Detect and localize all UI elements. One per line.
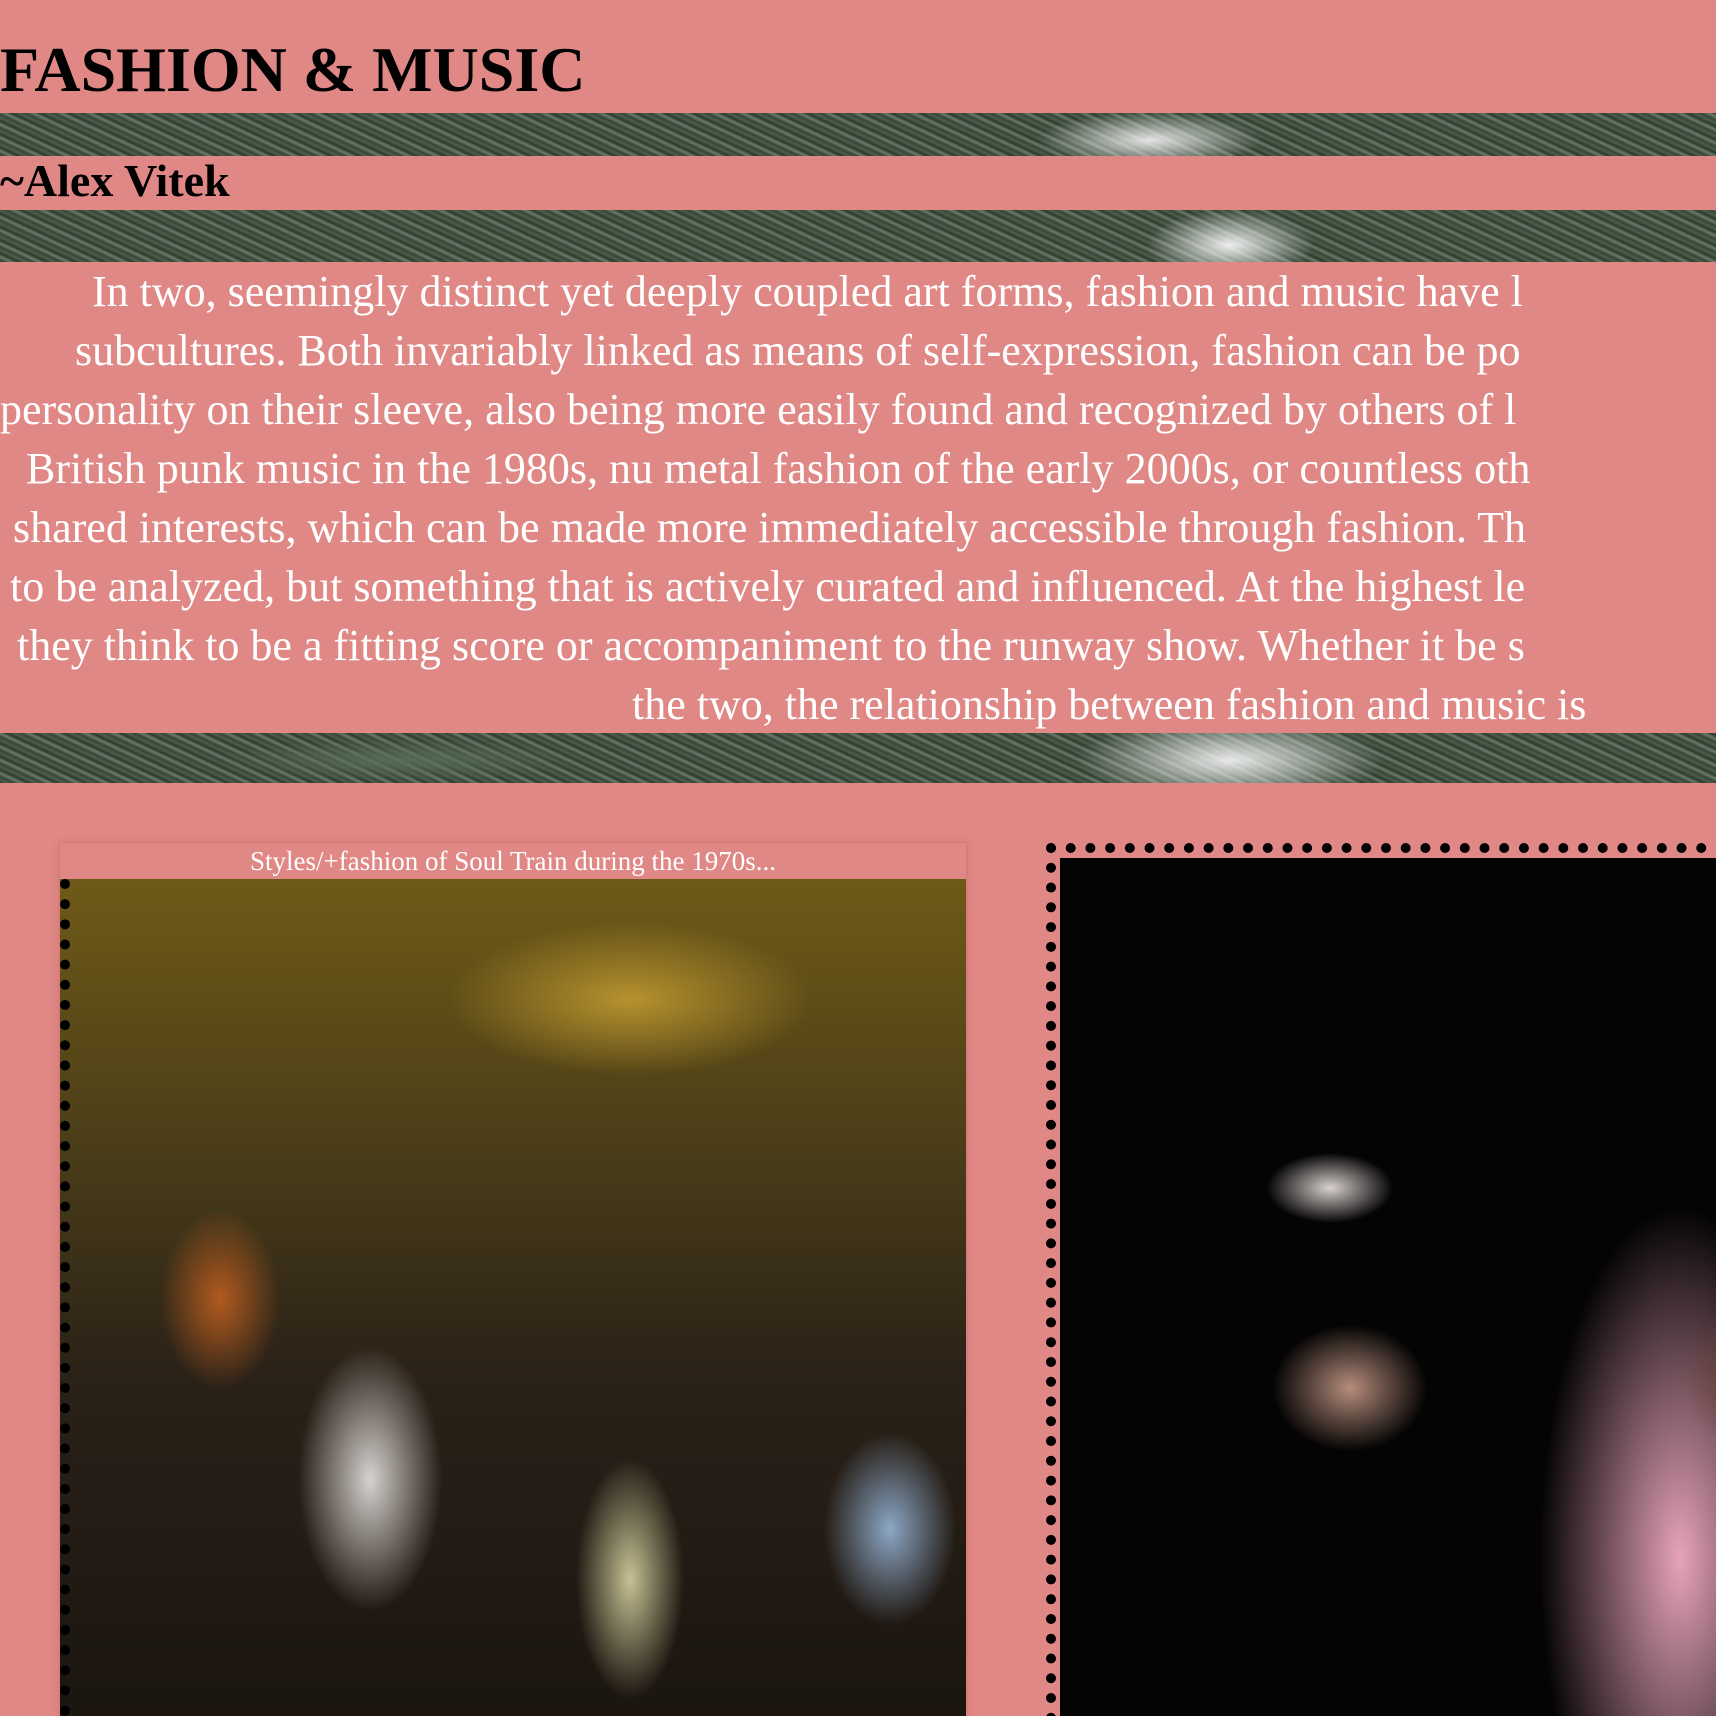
byline-bar bbox=[0, 156, 1716, 210]
intro-paragraph: In two, seemingly distinct yet deeply co… bbox=[0, 262, 1716, 733]
card-caption: Styles/+fashion of Soul Train during the… bbox=[250, 846, 776, 876]
intro-line: In two, seemingly distinct yet deeply co… bbox=[92, 267, 1523, 316]
gallery-card-soul-train[interactable]: Styles/+fashion of Soul Train during the… bbox=[60, 843, 966, 1716]
intro-line: the two, the relationship between fashio… bbox=[632, 680, 1587, 729]
pink-fur-jacket-photo[interactable] bbox=[1060, 858, 1716, 1716]
intro-line: to be analyzed, but something that is ac… bbox=[10, 562, 1526, 611]
author-byline: ~Alex Vitek bbox=[0, 155, 230, 206]
intro-line: they think to be a fitting score or acco… bbox=[17, 621, 1525, 670]
page-title: FASHION & MUSIC bbox=[0, 34, 586, 105]
page: FASHION & MUSIC ~Alex Vitek In two, seem… bbox=[0, 0, 1716, 1716]
intro-line: British punk music in the 1980s, nu meta… bbox=[26, 444, 1531, 493]
intro-line: shared interests, which can be made more… bbox=[13, 503, 1527, 552]
intro-line: subcultures. Both invariably linked as m… bbox=[75, 326, 1521, 375]
intro-line: personality on their sleeve, also being … bbox=[0, 385, 1517, 434]
soul-train-photo bbox=[60, 879, 966, 1716]
